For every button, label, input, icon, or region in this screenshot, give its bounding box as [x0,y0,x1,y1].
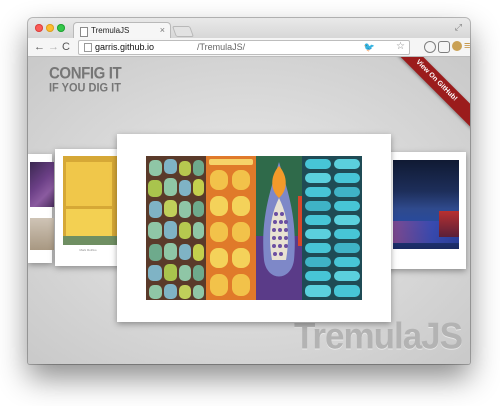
config-subtitle[interactable]: IF YOU DIG IT [49,82,121,94]
twitter-icon[interactable]: 🐦 [364,42,375,53]
fullscreen-icon[interactable]: ⤢ [455,22,462,33]
gallery-card-yellow[interactable]: Mark Rothko [55,149,121,266]
tremulajs-logo: TremulaJS [293,316,463,357]
gallery-card-blue[interactable] [385,152,466,269]
browser-toolbar: ← → C garris.github.io /TremulaJS/ 🐦 ☆ ≡ [28,38,470,57]
browser-window: TremulaJS × ⤢ ← → C garris.github.io /Tr… [28,18,470,364]
yellow-artwork [63,156,117,245]
gallery-card-featured[interactable] [117,134,391,322]
close-window-button[interactable] [35,24,43,32]
interior-photo [30,218,54,250]
back-button[interactable]: ← [34,40,45,54]
url-path: /TremulaJS/ [197,42,246,52]
page-content: CONFIG IT IF YOU DIG IT View On GitHub! … [28,57,470,364]
gallery-card-purple[interactable] [28,154,54,263]
forward-button[interactable]: → [48,40,59,54]
menu-icon[interactable]: ≡ [464,40,470,52]
github-ribbon[interactable]: View On GitHub! [387,57,470,130]
address-bar[interactable]: garris.github.io /TremulaJS/ 🐦 ☆ [78,40,410,55]
config-title[interactable]: CONFIG IT [49,65,122,82]
tab-close-icon[interactable]: × [160,24,165,36]
minimize-window-button[interactable] [46,24,54,32]
maximize-window-button[interactable] [57,24,65,32]
recycle-extension-icon[interactable] [424,41,436,53]
artwork-caption: Mark Rothko [79,248,97,252]
tab-title: TremulaJS [91,26,130,35]
new-tab-button[interactable] [171,26,195,37]
page-favicon-icon [80,27,88,37]
url-host: garris.github.io [95,42,155,52]
bookmark-star-icon[interactable]: ☆ [396,41,405,52]
page-icon [84,43,92,52]
featured-artwork [146,156,362,300]
browser-tab[interactable]: TremulaJS × [73,22,171,39]
reload-button[interactable]: C [62,40,70,54]
purple-artwork [30,162,54,207]
shield-extension-icon[interactable] [438,41,450,53]
title-bar: TremulaJS × ⤢ [28,18,470,39]
blue-artwork [393,160,459,249]
cookie-extension-icon[interactable] [452,41,462,51]
